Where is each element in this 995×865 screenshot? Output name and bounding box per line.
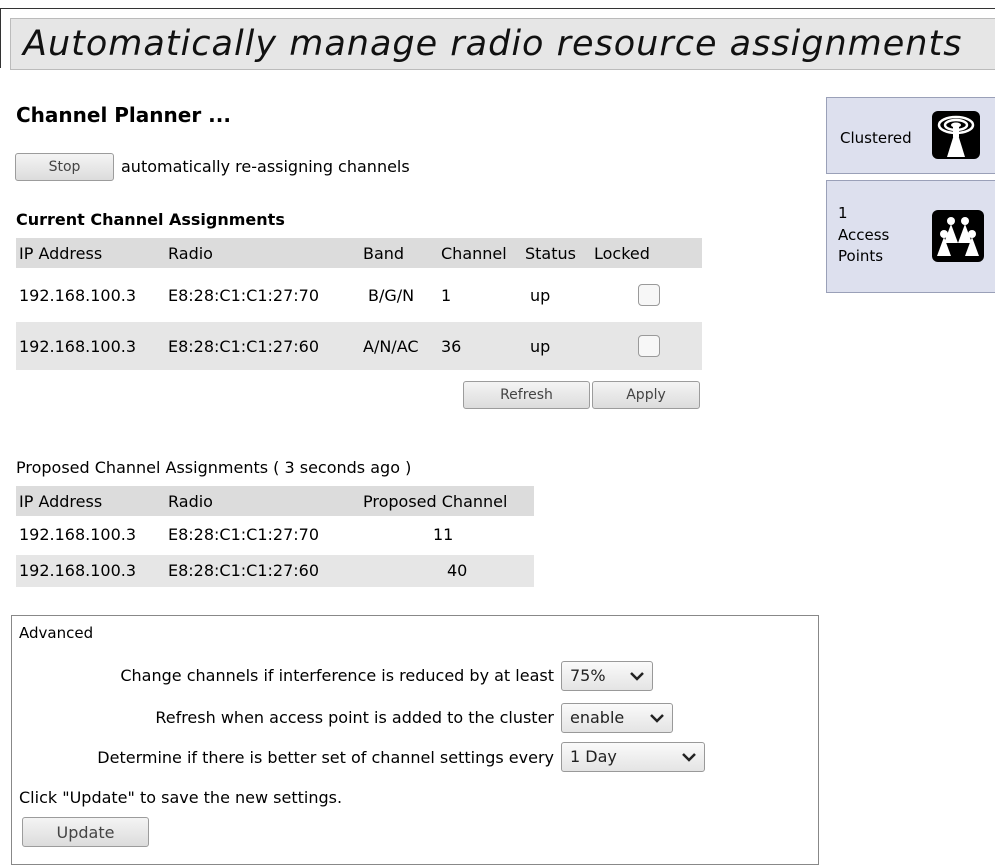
row-radio: E8:28:C1:C1:27:60	[168, 337, 320, 356]
advanced-heading: Advanced	[19, 624, 94, 642]
ap-label-line2: Points	[838, 247, 884, 265]
channel-planner-heading: Channel Planner ...	[16, 103, 231, 127]
title-banner: Automatically manage radio resource assi…	[10, 18, 995, 70]
locked-checkbox[interactable]	[638, 335, 660, 357]
refresh-button[interactable]: Refresh	[463, 381, 590, 409]
page-title: Automatically manage radio resource assi…	[23, 24, 963, 64]
col-channel: Channel	[441, 244, 507, 263]
stop-button[interactable]: Stop	[15, 153, 114, 181]
clustered-label: Clustered	[840, 129, 912, 147]
col-ip-address: IP Address	[19, 244, 103, 263]
update-hint: Click "Update" to save the new settings.	[19, 788, 343, 807]
update-button[interactable]: Update	[22, 817, 149, 847]
row-band: B/G/N	[368, 286, 415, 305]
row-radio: E8:28:C1:C1:27:70	[168, 286, 320, 305]
ap-label-line1: Access	[838, 226, 890, 244]
col-proposed-channel: Proposed Channel	[363, 492, 508, 511]
row-channel: 1	[441, 286, 452, 305]
cluster-antenna-icon	[932, 111, 980, 159]
chevron-down-icon	[680, 746, 698, 772]
row-status: up	[530, 286, 551, 305]
interval-value: 1 Day	[570, 747, 617, 766]
col-locked: Locked	[594, 244, 650, 263]
interference-label: Change channels if interference is reduc…	[120, 666, 554, 685]
refresh-cluster-label: Refresh when access point is added to th…	[155, 708, 554, 727]
row-band: A/N/AC	[363, 337, 419, 356]
ap-count: 1	[838, 204, 848, 222]
row-ip: 192.168.100.3	[19, 561, 137, 580]
access-points-panel: 1 Access Points	[826, 180, 995, 293]
locked-checkbox[interactable]	[638, 284, 660, 306]
row-ip: 192.168.100.3	[19, 337, 137, 356]
planner-status-text: automatically re-assigning channels	[121, 157, 410, 176]
clustered-panel: Clustered	[826, 97, 995, 174]
apply-button[interactable]: Apply	[592, 381, 700, 409]
row-radio: E8:28:C1:C1:27:70	[168, 525, 320, 544]
col-radio: Radio	[168, 492, 213, 511]
proposed-assignments-heading: Proposed Channel Assignments ( 3 seconds…	[16, 458, 412, 477]
refresh-cluster-value: enable	[570, 708, 625, 727]
refresh-cluster-select[interactable]: enable	[561, 703, 673, 733]
chevron-down-icon	[648, 707, 666, 733]
col-status: Status	[525, 244, 576, 263]
access-points-icon	[932, 210, 984, 262]
chevron-down-icon	[628, 665, 646, 691]
col-radio: Radio	[168, 244, 213, 263]
current-assignments-heading: Current Channel Assignments	[16, 210, 285, 229]
col-ip-address: IP Address	[19, 492, 103, 511]
col-band: Band	[363, 244, 405, 263]
interval-select[interactable]: 1 Day	[561, 742, 705, 772]
row-status: up	[530, 337, 551, 356]
row-channel: 36	[441, 337, 462, 356]
row-radio: E8:28:C1:C1:27:60	[168, 561, 320, 580]
row-proposed-channel: 11	[433, 525, 454, 544]
interference-select[interactable]: 75%	[561, 661, 653, 691]
interval-label: Determine if there is better set of chan…	[97, 748, 554, 767]
row-ip: 192.168.100.3	[19, 286, 137, 305]
title-bar: Automatically manage radio resource assi…	[0, 8, 995, 70]
row-ip: 192.168.100.3	[19, 525, 137, 544]
interference-value: 75%	[570, 666, 606, 685]
row-proposed-channel: 40	[447, 561, 468, 580]
